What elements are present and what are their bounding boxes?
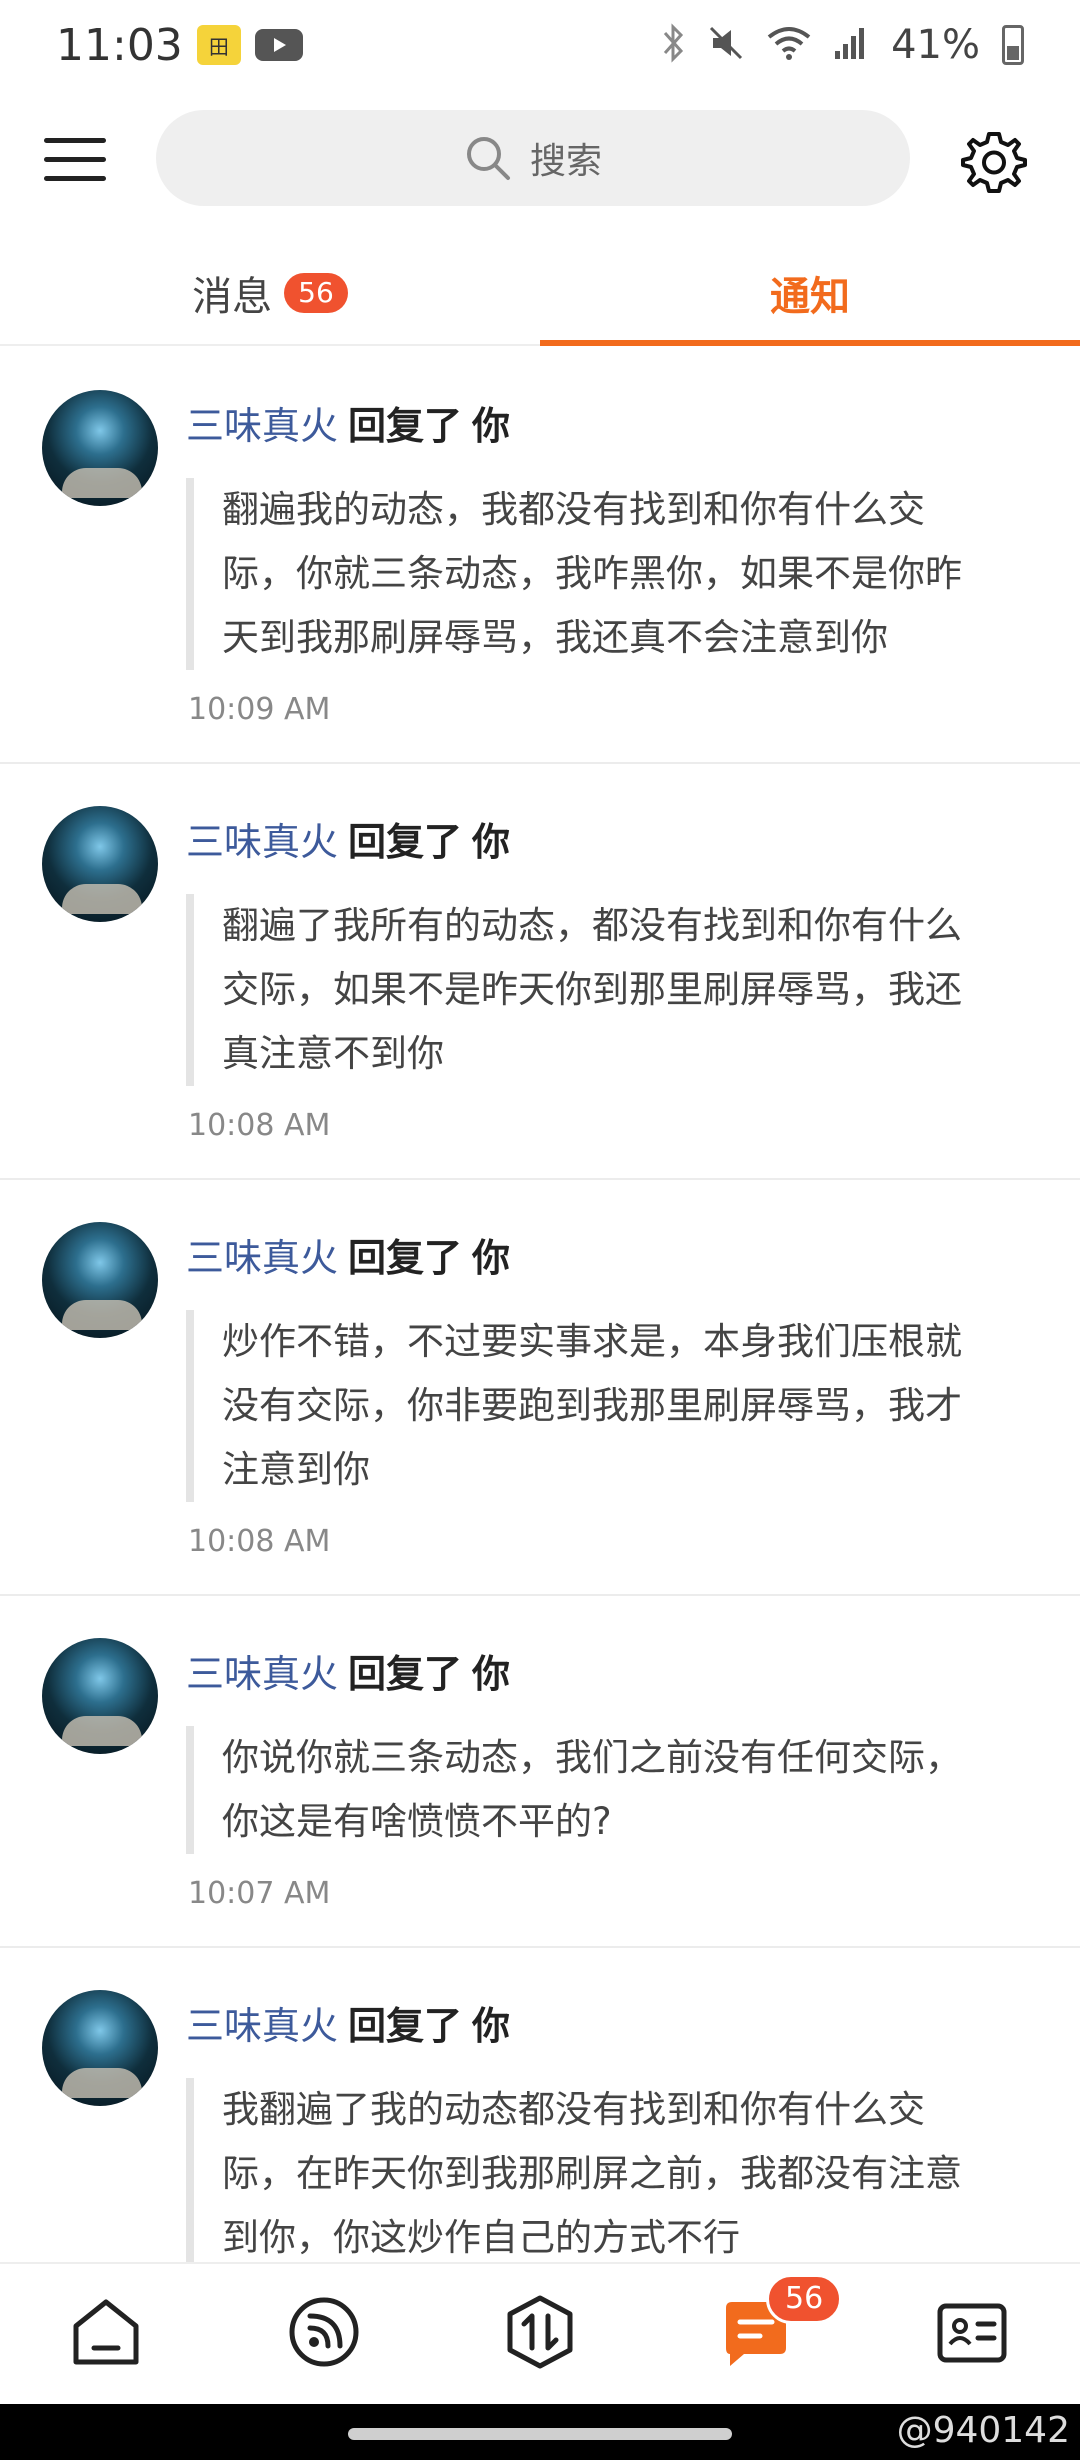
- target-text: 你: [472, 1652, 511, 1696]
- menu-icon-line: [44, 176, 106, 181]
- target-text: 你: [472, 404, 511, 448]
- youtube-icon: [254, 29, 303, 61]
- notification-item[interactable]: 三味真火 回复了你 炒作不错，不过要实事求是，本身我们压根就 没有交际，你非要跑到…: [0, 1180, 1080, 1596]
- gesture-bar: @940142: [0, 2404, 1080, 2460]
- gear-icon: [961, 132, 1027, 193]
- quote-line: 翻遍我的动态，我都没有找到和你有什么交: [222, 488, 925, 531]
- watermark: @940142: [896, 2410, 1070, 2451]
- nav-messages-badge: 56: [766, 2274, 843, 2324]
- battery-icon: [1002, 25, 1024, 65]
- avatar[interactable]: [42, 390, 158, 506]
- wifi-icon: [767, 25, 811, 65]
- notification-list: 三味真火 回复了你 翻遍我的动态，我都没有找到和你有什么交 际，你就三条动态，我咋…: [0, 348, 1080, 2278]
- status-time: 11:03: [56, 19, 183, 71]
- avatar[interactable]: [42, 1222, 158, 1338]
- action-text: 回复了: [348, 1236, 463, 1280]
- notification-header: 三味真火 回复了你: [186, 814, 510, 870]
- bottom-nav: 56: [0, 2262, 1080, 2404]
- tab-notices[interactable]: 通知: [540, 240, 1080, 346]
- tab-messages-label: 消息: [192, 274, 273, 320]
- action-text: 回复了: [348, 2004, 463, 2048]
- nav-home[interactable]: [66, 2292, 146, 2372]
- menu-icon-line: [44, 138, 106, 143]
- avatar[interactable]: [42, 1638, 158, 1754]
- author-name[interactable]: 三味真火: [186, 820, 338, 864]
- nav-feed[interactable]: [284, 2292, 364, 2372]
- avatar[interactable]: [42, 1990, 158, 2106]
- tab-bar: 消息 56 通知: [0, 240, 1080, 346]
- quote-line: 到你，你这炒作自己的方式不行: [222, 2216, 740, 2259]
- target-text: 你: [472, 1236, 511, 1280]
- messages-badge: 56: [284, 273, 348, 313]
- reply-quote: 炒作不错，不过要实事求是，本身我们压根就 没有交际，你非要跑到我那里刷屏辱骂，我…: [186, 1310, 1036, 1502]
- author-name[interactable]: 三味真火: [186, 404, 338, 448]
- home-gesture-handle[interactable]: [348, 2428, 732, 2440]
- feed-icon: [289, 2297, 359, 2367]
- signal-icon: [833, 25, 869, 65]
- mute-icon: [707, 24, 745, 66]
- settings-button[interactable]: [960, 128, 1028, 196]
- active-tab-indicator: [540, 340, 1080, 346]
- avatar[interactable]: [42, 806, 158, 922]
- search-placeholder: 搜索: [529, 141, 602, 182]
- menu-icon-line: [44, 157, 106, 162]
- target-text: 你: [472, 2004, 511, 2048]
- action-text: 回复了: [348, 820, 463, 864]
- tab-notices-label: 通知: [770, 274, 850, 320]
- notification-header: 三味真火 回复了你: [186, 398, 510, 454]
- notification-item[interactable]: 三味真火 回复了你 翻遍了我所有的动态，都没有找到和你有什么 交际，如果不是昨天你…: [0, 764, 1080, 1180]
- timestamp: 10:09 AM: [188, 692, 331, 727]
- quote-line: 翻遍了我所有的动态，都没有找到和你有什么: [222, 904, 962, 947]
- reply-quote: 你说你就三条动态，我们之前没有任何交际， 你这是有啥愤愤不平的?: [186, 1726, 1036, 1854]
- action-text: 回复了: [348, 1652, 463, 1696]
- quote-line: 你说你就三条动态，我们之前没有任何交际，: [222, 1736, 962, 1779]
- tab-messages[interactable]: 消息 56: [0, 240, 540, 346]
- nav-exchange[interactable]: [500, 2292, 580, 2372]
- notification-item[interactable]: 三味真火 回复了你 我翻遍了我的动态都没有找到和你有什么交 际，在昨天你到我那刷屏…: [0, 1948, 1080, 2278]
- quote-line: 我翻遍了我的动态都没有找到和你有什么交: [222, 2088, 925, 2131]
- news-app-icon: 田: [196, 25, 241, 65]
- notification-item[interactable]: 三味真火 回复了你 翻遍我的动态，我都没有找到和你有什么交 际，你就三条动态，我咋…: [0, 348, 1080, 764]
- author-name[interactable]: 三味真火: [186, 1236, 338, 1280]
- status-icons: 41%: [661, 0, 1024, 90]
- battery-percent: 41%: [891, 22, 980, 68]
- author-name[interactable]: 三味真火: [186, 1652, 338, 1696]
- timestamp: 10:08 AM: [188, 1524, 331, 1559]
- search-icon: [466, 137, 510, 180]
- status-bar: 11:03 田 41%: [0, 0, 1080, 90]
- quote-line: 炒作不错，不过要实事求是，本身我们压根就: [222, 1320, 962, 1363]
- quote-line: 注意到你: [222, 1448, 370, 1491]
- reply-quote: 翻遍我的动态，我都没有找到和你有什么交 际，你就三条动态，我咋黑你，如果不是你昨…: [186, 478, 1036, 670]
- notification-header: 三味真火 回复了你: [186, 1230, 510, 1286]
- quote-line: 真注意不到你: [222, 1032, 444, 1075]
- menu-button[interactable]: [44, 128, 108, 192]
- reply-quote: 翻遍了我所有的动态，都没有找到和你有什么 交际，如果不是昨天你到那里刷屏辱骂，我…: [186, 894, 1036, 1086]
- profile-card-icon: [937, 2303, 1007, 2363]
- home-icon: [73, 2299, 139, 2365]
- notification-header: 三味真火 回复了你: [186, 1646, 510, 1702]
- exchange-icon: [507, 2295, 573, 2369]
- quote-line: 没有交际，你非要跑到我那里刷屏辱骂，我才: [222, 1384, 962, 1427]
- author-name[interactable]: 三味真火: [186, 2004, 338, 2048]
- bluetooth-icon: [661, 23, 685, 67]
- timestamp: 10:08 AM: [188, 1108, 331, 1143]
- top-bar: 搜索: [0, 100, 1080, 220]
- notification-item[interactable]: 三味真火 回复了你 你说你就三条动态，我们之前没有任何交际， 你这是有啥愤愤不平的…: [0, 1596, 1080, 1948]
- timestamp: 10:07 AM: [188, 1876, 331, 1911]
- quote-line: 你这是有啥愤愤不平的?: [222, 1800, 612, 1843]
- quote-line: 天到我那刷屏辱骂，我还真不会注意到你: [222, 616, 888, 659]
- search-input[interactable]: 搜索: [156, 110, 910, 206]
- quote-line: 交际，如果不是昨天你到那里刷屏辱骂，我还: [222, 968, 962, 1011]
- quote-line: 际，你就三条动态，我咋黑你，如果不是你昨: [222, 552, 962, 595]
- reply-quote: 我翻遍了我的动态都没有找到和你有什么交 际，在昨天你到我那刷屏之前，我都没有注意…: [186, 2078, 1036, 2270]
- quote-line: 际，在昨天你到我那刷屏之前，我都没有注意: [222, 2152, 962, 2195]
- target-text: 你: [472, 820, 511, 864]
- notification-header: 三味真火 回复了你: [186, 1998, 510, 2054]
- action-text: 回复了: [348, 404, 463, 448]
- nav-profile[interactable]: [932, 2292, 1012, 2372]
